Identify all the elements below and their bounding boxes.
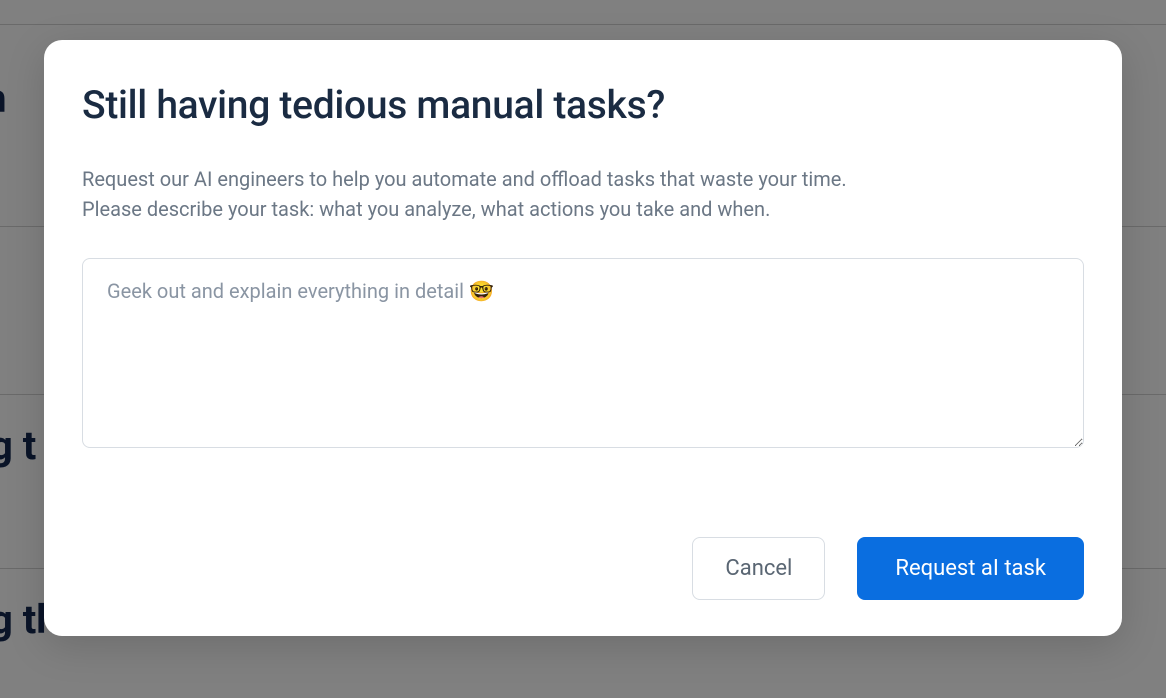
modal-description-line: Request our AI engineers to help you aut… [82,164,1084,194]
request-task-button[interactable]: Request aI task [857,537,1084,600]
modal-footer: Cancel Request aI task [82,507,1084,600]
backdrop-text: g t [0,422,36,469]
request-task-modal: Still having tedious manual tasks? Reque… [44,40,1122,636]
cancel-button[interactable]: Cancel [692,537,825,600]
modal-description: Request our AI engineers to help you aut… [82,164,1084,224]
backdrop-text: ith [0,75,7,122]
modal-description-line: Please describe your task: what you anal… [82,194,1084,224]
task-description-input[interactable] [82,258,1084,448]
backdrop-divider [0,24,1166,25]
modal-title: Still having tedious manual tasks? [82,82,1084,128]
